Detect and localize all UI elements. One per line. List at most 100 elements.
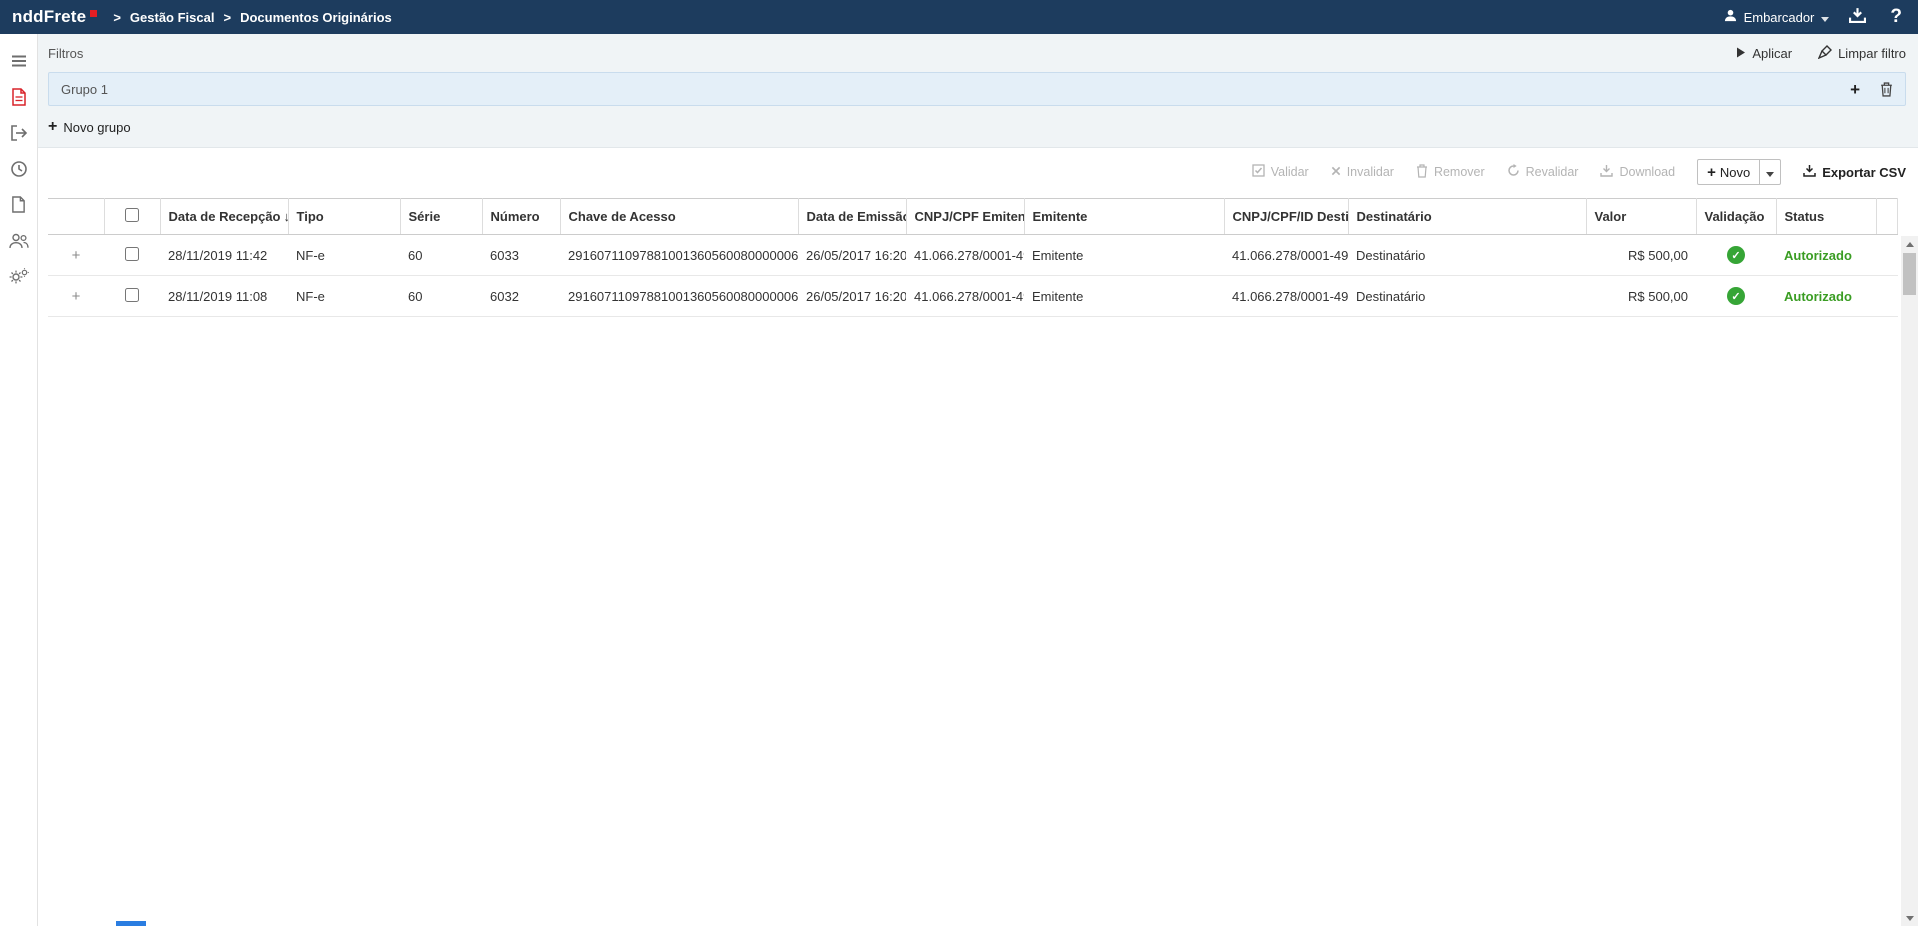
cell-filler: [1876, 234, 1898, 276]
export-csv-label: Exportar CSV: [1822, 164, 1906, 180]
table-toolbar: Validar Invalidar Remover Revalidar Down…: [48, 158, 1906, 186]
select-all-checkbox[interactable]: [125, 208, 139, 222]
clear-filter-button[interactable]: Limpar filtro: [1817, 44, 1906, 62]
breadcrumb-item-gestao-fiscal[interactable]: Gestão Fiscal: [130, 10, 215, 25]
cell-status: Autorizado: [1776, 275, 1876, 317]
validate-button[interactable]: Validar: [1252, 164, 1309, 180]
breadcrumb-item-documentos-originarios[interactable]: Documentos Originários: [240, 10, 392, 25]
cell-emitente: Emitente: [1024, 275, 1224, 317]
row-checkbox[interactable]: [125, 246, 139, 261]
download-icon: [1803, 164, 1816, 180]
table-row[interactable]: + 28/11/2019 11:08 NF-e 60 6032 29160711…: [48, 275, 1898, 317]
new-document-dropdown-button[interactable]: [1759, 160, 1780, 184]
scroll-up-button[interactable]: [1901, 236, 1918, 252]
clock-history-icon: [10, 160, 28, 181]
header-data-emissao[interactable]: Data de Emissão: [798, 198, 907, 235]
header-destinatario[interactable]: Destinatário: [1348, 198, 1587, 235]
cell-emitente: Emitente: [1024, 234, 1224, 276]
download-button[interactable]: Download: [1600, 164, 1675, 180]
cell-numero: 6033: [482, 234, 560, 276]
expand-row-icon[interactable]: +: [72, 247, 81, 264]
cell-numero: 6032: [482, 275, 560, 317]
plus-icon: +: [1707, 163, 1716, 181]
revalidate-button[interactable]: Revalidar: [1507, 164, 1578, 180]
header-cnpj-destinatario[interactable]: CNPJ/CPF/ID Destin...: [1224, 198, 1349, 235]
app-logo-text: nddFrete: [12, 7, 87, 26]
export-csv-button[interactable]: Exportar CSV: [1803, 164, 1906, 180]
new-document-label: Novo: [1719, 164, 1751, 180]
new-document-button[interactable]: + Novo: [1698, 160, 1759, 184]
invalidate-button[interactable]: Invalidar: [1331, 165, 1394, 179]
invalidate-label: Invalidar: [1346, 165, 1394, 179]
logo-red-square: [90, 10, 98, 17]
validation-success-icon: ✓: [1727, 287, 1745, 305]
cell-chave-acesso: 2916071109788100136056008000000660400...: [560, 234, 798, 276]
cell-chave-acesso: 2916071109788100136056008000000660400...: [560, 275, 798, 317]
filter-group-name: Grupo 1: [61, 81, 108, 97]
header-serie[interactable]: Série: [400, 198, 483, 235]
cell-status: Autorizado: [1776, 234, 1876, 276]
refresh-icon: [1507, 164, 1520, 180]
header-status[interactable]: Status: [1776, 198, 1877, 235]
apply-filter-button[interactable]: Aplicar: [1736, 46, 1792, 61]
sort-desc-icon: ↓: [284, 209, 288, 224]
users-icon: [8, 233, 29, 252]
chevron-down-icon: [1766, 165, 1775, 180]
main-content: Filtros Aplicar Limpar filtro Grupo 1 + …: [38, 34, 1918, 926]
topbar: nddFrete > Gestão Fiscal > Documentos Or…: [0, 0, 1918, 34]
filters-panel: Filtros Aplicar Limpar filtro Grupo 1 + …: [38, 34, 1918, 148]
user-menu[interactable]: Embarcador: [1724, 9, 1830, 25]
validate-label: Validar: [1270, 165, 1309, 179]
header-valor[interactable]: Valor: [1586, 198, 1697, 235]
cell-data-recepcao: 28/11/2019 11:08: [160, 275, 288, 317]
gears-icon: [9, 268, 29, 288]
x-icon: [1331, 165, 1341, 179]
sidebar-item-logout[interactable]: [3, 116, 35, 152]
user-icon: [1724, 9, 1737, 25]
scrollbar-thumb[interactable]: [1903, 253, 1916, 295]
add-filter-icon[interactable]: +: [1850, 81, 1860, 98]
header-emitente[interactable]: Emitente: [1024, 198, 1225, 235]
hamburger-menu-icon: [10, 52, 28, 73]
header-data-recepcao[interactable]: Data de Recepção↓: [160, 198, 289, 235]
header-numero[interactable]: Número: [482, 198, 561, 235]
sidebar-item-users[interactable]: [3, 224, 35, 260]
remove-button[interactable]: Remover: [1416, 163, 1485, 181]
cell-destinatario: Destinatário: [1348, 275, 1586, 317]
cell-filler: [1876, 275, 1898, 317]
header-tipo[interactable]: Tipo: [288, 198, 401, 235]
expand-row-icon[interactable]: +: [72, 288, 81, 305]
header-validacao[interactable]: Validação: [1696, 198, 1777, 235]
table-row[interactable]: + 28/11/2019 11:42 NF-e 60 6033 29160711…: [48, 234, 1898, 276]
help-button[interactable]: ?: [1886, 6, 1906, 28]
downloads-button[interactable]: [1849, 8, 1867, 26]
header-filler: [1876, 198, 1898, 235]
cell-valor: R$ 500,00: [1586, 275, 1696, 317]
app-logo[interactable]: nddFrete: [12, 7, 98, 27]
validation-success-icon: ✓: [1727, 246, 1745, 264]
clear-filter-label: Limpar filtro: [1838, 45, 1906, 61]
cell-tipo: NF-e: [288, 275, 400, 317]
cell-serie: 60: [400, 234, 482, 276]
row-checkbox[interactable]: [125, 287, 139, 302]
sidebar-item-menu[interactable]: [3, 44, 35, 80]
breadcrumb-sep-icon: >: [113, 9, 121, 25]
sidebar-item-settings[interactable]: [3, 260, 35, 296]
header-chave-acesso[interactable]: Chave de Acesso: [560, 198, 799, 235]
help-icon: ?: [1890, 6, 1902, 27]
new-group-button[interactable]: + Novo grupo: [48, 119, 131, 135]
vertical-scrollbar[interactable]: [1901, 236, 1918, 926]
sidebar-item-history[interactable]: [3, 152, 35, 188]
sidebar: [0, 34, 38, 926]
header-cnpj-emitente[interactable]: CNPJ/CPF Emitente: [906, 198, 1025, 235]
scroll-down-button[interactable]: [1901, 910, 1918, 926]
documents-table: Data de Recepção↓ Tipo Série Número Chav…: [48, 198, 1898, 317]
sidebar-item-documents[interactable]: [3, 188, 35, 224]
pagination-partial[interactable]: [116, 921, 146, 926]
filter-group-row[interactable]: Grupo 1 +: [48, 72, 1906, 106]
sidebar-item-fiscal-documents[interactable]: [3, 80, 35, 116]
delete-group-icon[interactable]: [1880, 81, 1893, 97]
chevron-down-icon: [1821, 10, 1830, 25]
download-tray-icon: [1849, 8, 1867, 26]
download-icon: [1600, 164, 1614, 180]
